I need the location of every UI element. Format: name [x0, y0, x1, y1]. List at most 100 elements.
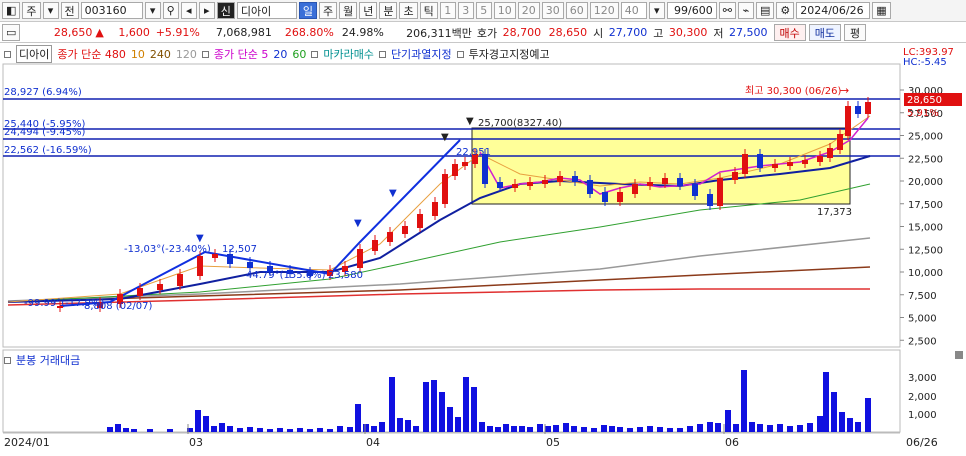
- volume-bar: [707, 422, 713, 432]
- volume-panel-close-icon[interactable]: [955, 351, 963, 359]
- period-day[interactable]: 일: [298, 2, 317, 19]
- high-label: 고: [653, 26, 664, 40]
- volume-bar: [767, 425, 773, 432]
- wave-note-5: 22,951: [456, 147, 491, 158]
- toolbar-jeon-button[interactable]: 전: [60, 2, 79, 19]
- marker-down-3: ▼: [389, 188, 397, 199]
- candle-body: [617, 192, 623, 202]
- candle-body: [542, 180, 548, 184]
- volume-bar: [687, 426, 693, 432]
- volume-bar: [855, 422, 861, 432]
- prev-icon[interactable]: ◂: [180, 2, 197, 19]
- date-input[interactable]: 2024/06/26: [796, 2, 871, 19]
- candle-body: [757, 154, 763, 168]
- volume-legend-square-icon[interactable]: [4, 356, 11, 364]
- change-arrow-icon: ▲: [95, 26, 104, 39]
- chevron-down-icon[interactable]: ▾: [42, 2, 59, 19]
- stock-code-input[interactable]: 003160: [80, 2, 143, 19]
- volume-bar: [123, 428, 129, 432]
- candle-body: [742, 154, 748, 174]
- volume-bar: [581, 427, 587, 432]
- volume-bar: [757, 424, 763, 432]
- x-label-last: 06/26: [906, 436, 938, 449]
- period-month[interactable]: 월: [339, 2, 358, 19]
- chart-settings-icon[interactable]: ⚯: [718, 2, 736, 19]
- calendar-icon[interactable]: ▦: [872, 2, 891, 19]
- candle-body: [462, 162, 468, 166]
- wave-note-3: 44.79°(155.6%): [246, 270, 326, 281]
- price-chart[interactable]: ▼ ▼ ▼ ▼ ▼ 28,927 (6.94%) 25,440 (-5.95%)…: [0, 44, 966, 434]
- toolbar-sin-badge[interactable]: 신: [216, 2, 235, 19]
- candle-body: [707, 194, 713, 206]
- volume-bar: [831, 392, 837, 432]
- volume-bar: [227, 426, 233, 432]
- volume-bar: [267, 429, 273, 432]
- volume-bar: [519, 426, 525, 432]
- code-dropdown-icon[interactable]: ▾: [144, 2, 161, 19]
- sell-button[interactable]: 매도: [808, 24, 841, 41]
- count-field[interactable]: 99/600: [666, 2, 717, 19]
- candle-body: [212, 254, 218, 258]
- toolbar-ju-button[interactable]: 주: [22, 2, 41, 19]
- period-week[interactable]: 주: [318, 2, 338, 19]
- period-tick[interactable]: 틱: [419, 2, 438, 19]
- panel-toggle-icon[interactable]: ▭: [2, 24, 21, 41]
- price-tick: 12,500: [908, 245, 943, 256]
- flat-button[interactable]: 평: [844, 24, 867, 41]
- minute-dropdown-icon[interactable]: ▾: [648, 2, 665, 19]
- minute-30[interactable]: 30: [541, 2, 564, 19]
- price-tick: 17,500: [908, 200, 943, 211]
- candle-body: [772, 164, 778, 168]
- period-minute[interactable]: 분: [379, 2, 398, 19]
- minute-20[interactable]: 20: [517, 2, 540, 19]
- volume-bar: [715, 423, 721, 432]
- search-icon[interactable]: ⚲: [162, 2, 179, 19]
- candle-body: [845, 106, 851, 136]
- volume-bar: [741, 370, 747, 432]
- volume-bar: [355, 404, 361, 432]
- next-icon[interactable]: ▸: [198, 2, 215, 19]
- minute-60[interactable]: 60: [565, 2, 588, 19]
- gear-icon[interactable]: ⚙: [776, 2, 795, 19]
- minute-10[interactable]: 10: [493, 2, 516, 19]
- price-tick: 5,000: [908, 314, 937, 325]
- left-note-4: 22,562 (-16.59%): [4, 145, 92, 156]
- candle-body: [827, 148, 833, 158]
- candle-body: [387, 232, 393, 242]
- tools-icon[interactable]: ⌁: [737, 2, 754, 19]
- volume-bar: [667, 428, 673, 432]
- left-note-1: 28,927 (6.94%): [4, 87, 82, 98]
- volume-bar: [657, 427, 663, 432]
- minute-3[interactable]: 3: [457, 2, 474, 19]
- marker-down-2: ▼: [354, 218, 362, 229]
- volume-panel-title: 분봉 거래대금: [4, 352, 80, 368]
- wave-note-2: 12,507: [222, 244, 257, 255]
- open-label: 시: [593, 26, 604, 40]
- period-year[interactable]: 년: [359, 2, 378, 19]
- volume-bar: [115, 424, 121, 432]
- window-icon[interactable]: ◧: [2, 2, 21, 19]
- minute-custom-input[interactable]: 40: [620, 2, 647, 19]
- volume-bar: [487, 426, 493, 432]
- save-icon[interactable]: ▤: [755, 2, 775, 19]
- minute-120[interactable]: 120: [589, 2, 619, 19]
- buy-button[interactable]: 매수: [773, 24, 806, 41]
- period-second[interactable]: 초: [399, 2, 418, 19]
- minute-1[interactable]: 1: [439, 2, 456, 19]
- open-price: 27,700: [608, 26, 648, 39]
- volume-bar: [257, 428, 263, 432]
- quote-bar: ▭ 28,650 ▲ 1,600 +5.91% 7,068,981 268.80…: [0, 23, 966, 43]
- volume-bar: [511, 426, 517, 432]
- price-tick: 7,500: [908, 291, 937, 302]
- volume-bar: [413, 426, 419, 432]
- stock-name-field: 디아이: [236, 2, 297, 19]
- price-tick: 2,500: [908, 336, 937, 347]
- volume-bar: [823, 372, 829, 432]
- minute-5[interactable]: 5: [475, 2, 492, 19]
- volume-bar: [247, 427, 253, 432]
- volume-bar: [317, 428, 323, 432]
- trade-amount: 206,311백만: [406, 26, 472, 40]
- candle-body: [677, 178, 683, 186]
- arrow-right-icon: →: [840, 84, 849, 97]
- volume-panel-label[interactable]: 분봉 거래대금: [16, 352, 80, 368]
